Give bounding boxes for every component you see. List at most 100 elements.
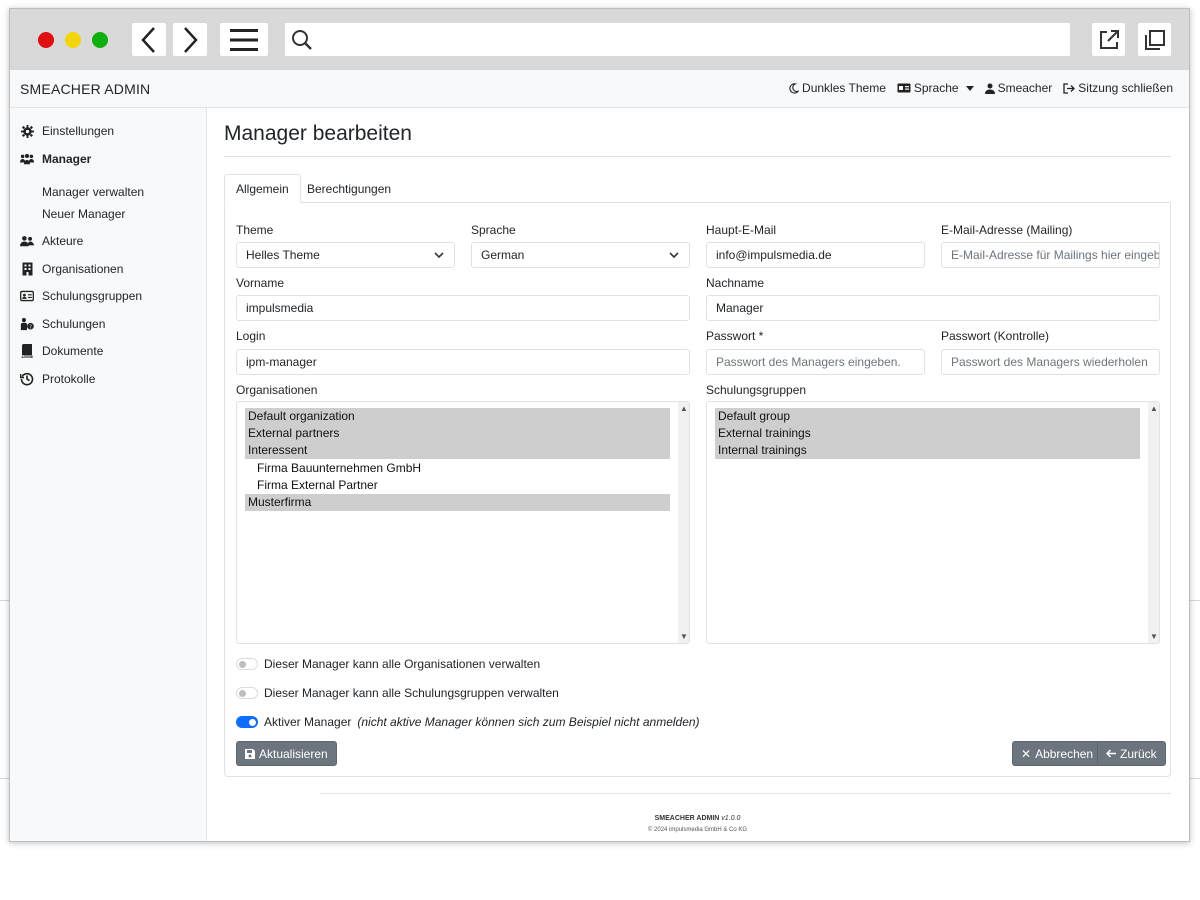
close-icon: ✕ [1021,746,1032,761]
open-external-button[interactable] [1092,23,1125,56]
back-link-button[interactable]: Zurück [1097,741,1166,766]
training-groups-scrollbar[interactable]: ▲ ▼ [1148,402,1159,643]
app-brand[interactable]: SMEACHER ADMIN [20,81,150,97]
history-icon [20,372,34,386]
chevron-left-icon [141,26,155,53]
list-item[interactable]: Firma Bauunternehmen GmbH [245,460,670,477]
close-window-dot[interactable] [38,32,54,48]
lastname-label: Nachname [706,276,765,290]
sidebar-item-akteure[interactable]: Akteure [20,234,83,248]
list-item[interactable]: Internal trainings [715,442,1140,459]
address-bar[interactable] [285,23,1070,56]
sidebar-item-dokumente[interactable]: Dokumente [20,344,103,358]
sidebar-subitem-neuer-manager[interactable]: Neuer Manager [42,207,125,221]
firstname-value: impulsmedia [246,301,314,315]
lastname-field[interactable]: Manager [706,295,1160,321]
scroll-up-icon[interactable]: ▲ [680,404,688,413]
active-manager-note: (nicht aktive Manager können sich zum Be… [357,715,700,729]
forward-button[interactable] [173,23,207,56]
cancel-button-label: Abbrechen [1035,746,1094,761]
copyright-icon: © [647,827,653,833]
list-item[interactable]: External partners [245,425,670,442]
list-item[interactable]: Default group [715,408,1140,425]
gear-icon [20,124,34,138]
login-value: ipm-manager [246,355,317,369]
footer-copyright: 2024 impulsmedia GmbH & Co KG [654,827,748,833]
maximize-window-dot[interactable] [92,32,108,48]
update-button[interactable]: Aktualisieren [236,741,337,766]
external-link-icon [1099,29,1119,49]
all-organisations-switch[interactable] [236,658,258,670]
tab-allgemein[interactable]: Allgemein [224,174,301,203]
password-field[interactable]: Passwort des Managers eingeben. [706,349,925,375]
active-manager-switch[interactable] [236,716,258,728]
logout-link[interactable]: Sitzung schließen [1063,81,1173,95]
mailing-email-placeholder: E-Mail-Adresse für Mailings hier eingebe… [951,248,1160,262]
language-dropdown[interactable]: Sprache [897,81,974,95]
sidebar-item-manager[interactable]: Manager [20,152,91,166]
chevron-down-icon [669,252,679,259]
building-icon [20,262,34,276]
email-value: info@impulsmedia.de [716,248,832,262]
list-item[interactable]: Interessent [245,442,670,459]
sidebar-item-schulungen[interactable]: ? Schulungen [20,317,105,331]
hamburger-icon [230,28,258,51]
login-label: Login [236,329,266,343]
footer-brand: SMEACHER ADMIN [654,815,720,822]
all-groups-switch[interactable] [236,687,258,699]
copy-icon [1144,29,1165,50]
back-button[interactable] [132,23,166,56]
id-card-icon [20,289,34,303]
copy-window-button[interactable] [1138,23,1171,56]
user-icon [984,83,995,94]
scroll-down-icon[interactable]: ▼ [680,632,688,641]
scroll-up-icon[interactable]: ▲ [1150,404,1158,413]
sidebar-item-einstellungen[interactable]: Einstellungen [20,124,114,138]
sidebar-item-organisationen[interactable]: Organisationen [20,262,123,276]
organisations-label: Organisationen [236,383,318,397]
sidebar-item-schulungsgruppen[interactable]: Schulungsgruppen [20,289,142,303]
tab-berechtigungen[interactable]: Berechtigungen [296,174,402,203]
book-icon [20,344,34,358]
firstname-field[interactable]: impulsmedia [236,295,690,321]
list-item[interactable]: Musterfirma [245,494,670,511]
list-item[interactable]: External trainings [715,425,1140,442]
cancel-button[interactable]: ✕ Abbrechen [1012,741,1103,766]
footer-brand-line: SMEACHER ADMIN v1.0.0 [224,815,1171,822]
login-field[interactable]: ipm-manager [236,349,690,375]
theme-select[interactable]: Helles Theme [236,242,455,268]
email-label: Haupt-E-Mail [706,223,777,237]
back-button-label: Zurück [1120,746,1157,761]
training-groups-listbox[interactable]: Default group External trainings Interna… [706,401,1160,644]
update-button-label: Aktualisieren [259,746,328,761]
sidebar-subitem-manager-verwalten[interactable]: Manager verwalten [42,185,144,199]
theme-value: Helles Theme [246,248,320,262]
users-icon [20,234,34,248]
search-icon [292,29,312,50]
list-item[interactable]: Default organization [245,408,670,425]
organisations-scrollbar[interactable]: ▲ ▼ [678,402,689,643]
app-header: SMEACHER ADMIN Dunkles Theme Sprache Sme… [10,70,1189,108]
training-groups-label: Schulungsgruppen [706,383,807,397]
language-select[interactable]: German [471,242,690,268]
organisations-listbox[interactable]: Default organization External partners I… [236,401,690,644]
all-groups-switch-label: Dieser Manager kann alle Schulungsgruppe… [264,686,559,700]
caret-down-icon [965,85,974,91]
minimize-window-dot[interactable] [65,32,81,48]
password-confirm-field[interactable]: Passwort des Managers wiederholen [941,349,1160,375]
password-confirm-placeholder: Passwort des Managers wiederholen [951,355,1148,369]
language-label: Sprache [913,81,959,95]
sign-out-icon [1063,82,1076,94]
mailing-email-field[interactable]: E-Mail-Adresse für Mailings hier eingebe… [941,242,1160,268]
dark-theme-link[interactable]: Dunkles Theme [788,81,886,95]
password-placeholder: Passwort des Managers eingeben. [716,355,901,369]
sidebar-item-protokolle[interactable]: Protokolle [20,372,95,386]
footer-copyright-line: © 2024 impulsmedia GmbH & Co KG [224,827,1171,833]
list-item[interactable]: Firma External Partner [245,477,670,494]
email-field[interactable]: info@impulsmedia.de [706,242,925,268]
scroll-down-icon[interactable]: ▼ [1150,632,1158,641]
person-question-icon: ? [20,317,34,331]
chevron-down-icon [434,252,444,259]
menu-button[interactable] [220,23,268,56]
user-link[interactable]: Smeacher [984,81,1052,95]
